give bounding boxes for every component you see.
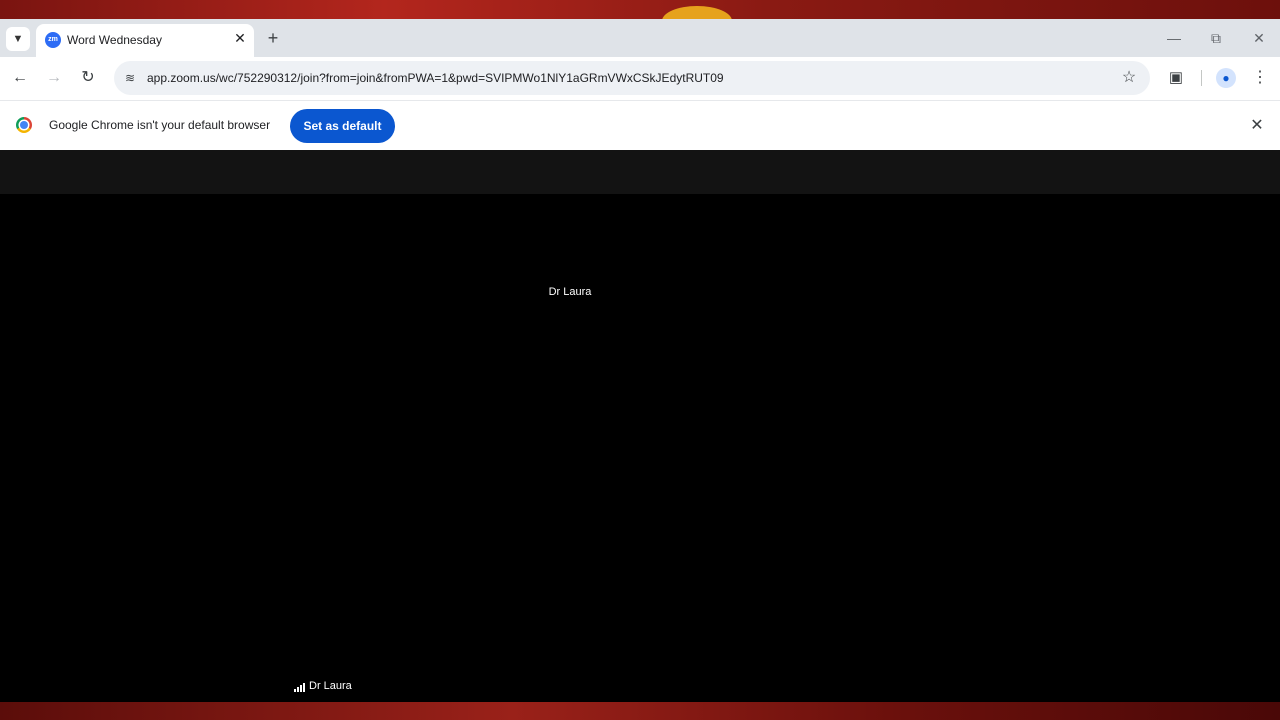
forward-button[interactable]: → [44,68,64,88]
close-icon: ✕ [1250,117,1264,134]
infobar-message: Google Chrome isn't your default browser [49,118,271,132]
plus-icon: + [267,28,279,48]
zoom-header-bar [0,150,1280,194]
desktop-wallpaper-bottom [0,702,1280,720]
chrome-menu-button[interactable]: ⋮ [1250,68,1270,88]
chrome-logo-icon [16,117,32,133]
profile-button[interactable]: ● [1216,68,1236,88]
chevron-down-icon: ▼ [12,33,24,45]
browser-toolbar: ← → ↻ ≋ app.zoom.us/wc/752290312/join?fr… [0,57,1280,100]
puzzle-icon: ▣ [1168,69,1184,86]
participant-name: Dr Laura [309,680,352,692]
tab-strip: ▼ zm Word Wednesday ✕ + — ⧉ ✕ [0,19,1280,57]
reload-icon: ↻ [81,69,95,86]
toolbar-divider [1201,70,1202,86]
person-icon: ● [1222,71,1230,85]
tab-title: Word Wednesday [67,33,162,47]
star-icon: ☆ [1121,69,1137,86]
active-speaker-name: Dr Laura [548,286,592,298]
set-as-default-button[interactable]: Set as default [290,109,395,143]
restore-button[interactable]: ⧉ [1207,29,1225,47]
minimize-button[interactable]: — [1165,29,1183,47]
new-tab-button[interactable]: + [263,28,283,48]
minimize-icon: — [1167,30,1181,46]
site-info-button[interactable]: ≋ [122,70,138,86]
extensions-button[interactable]: ▣ [1166,68,1186,88]
tab-search-button[interactable]: ▼ [6,27,30,51]
restore-icon: ⧉ [1211,30,1221,46]
signal-strength-icon [294,682,305,692]
close-icon: ✕ [234,30,246,46]
close-tab-button[interactable]: ✕ [232,30,248,46]
close-icon: ✕ [1253,30,1265,46]
default-browser-infobar: Google Chrome isn't your default browser… [0,100,1280,151]
back-arrow-icon: ← [12,69,28,86]
zoom-favicon-icon: zm [45,32,61,48]
reload-button[interactable]: ↻ [78,68,98,88]
address-bar[interactable]: ≋ app.zoom.us/wc/752290312/join?from=joi… [114,61,1150,95]
url-text[interactable]: app.zoom.us/wc/752290312/join?from=join&… [147,71,724,85]
tab-word-wednesday[interactable]: zm Word Wednesday ✕ [36,24,254,57]
back-button[interactable]: ← [10,68,30,88]
tune-icon: ≋ [124,71,136,85]
video-stage: Dr Laura Dr Laura [0,194,1280,702]
participant-name-tag: Dr Laura [294,680,352,692]
desktop-wallpaper [0,0,1280,19]
browser-window: ▼ zm Word Wednesday ✕ + — ⧉ ✕ ← → ↻ ≋ ap… [0,19,1280,702]
kebab-menu-icon: ⋮ [1252,69,1268,86]
forward-arrow-icon: → [46,69,62,86]
close-window-button[interactable]: ✕ [1250,29,1268,47]
bookmark-button[interactable]: ☆ [1119,68,1139,88]
infobar-close-button[interactable]: ✕ [1247,116,1267,136]
